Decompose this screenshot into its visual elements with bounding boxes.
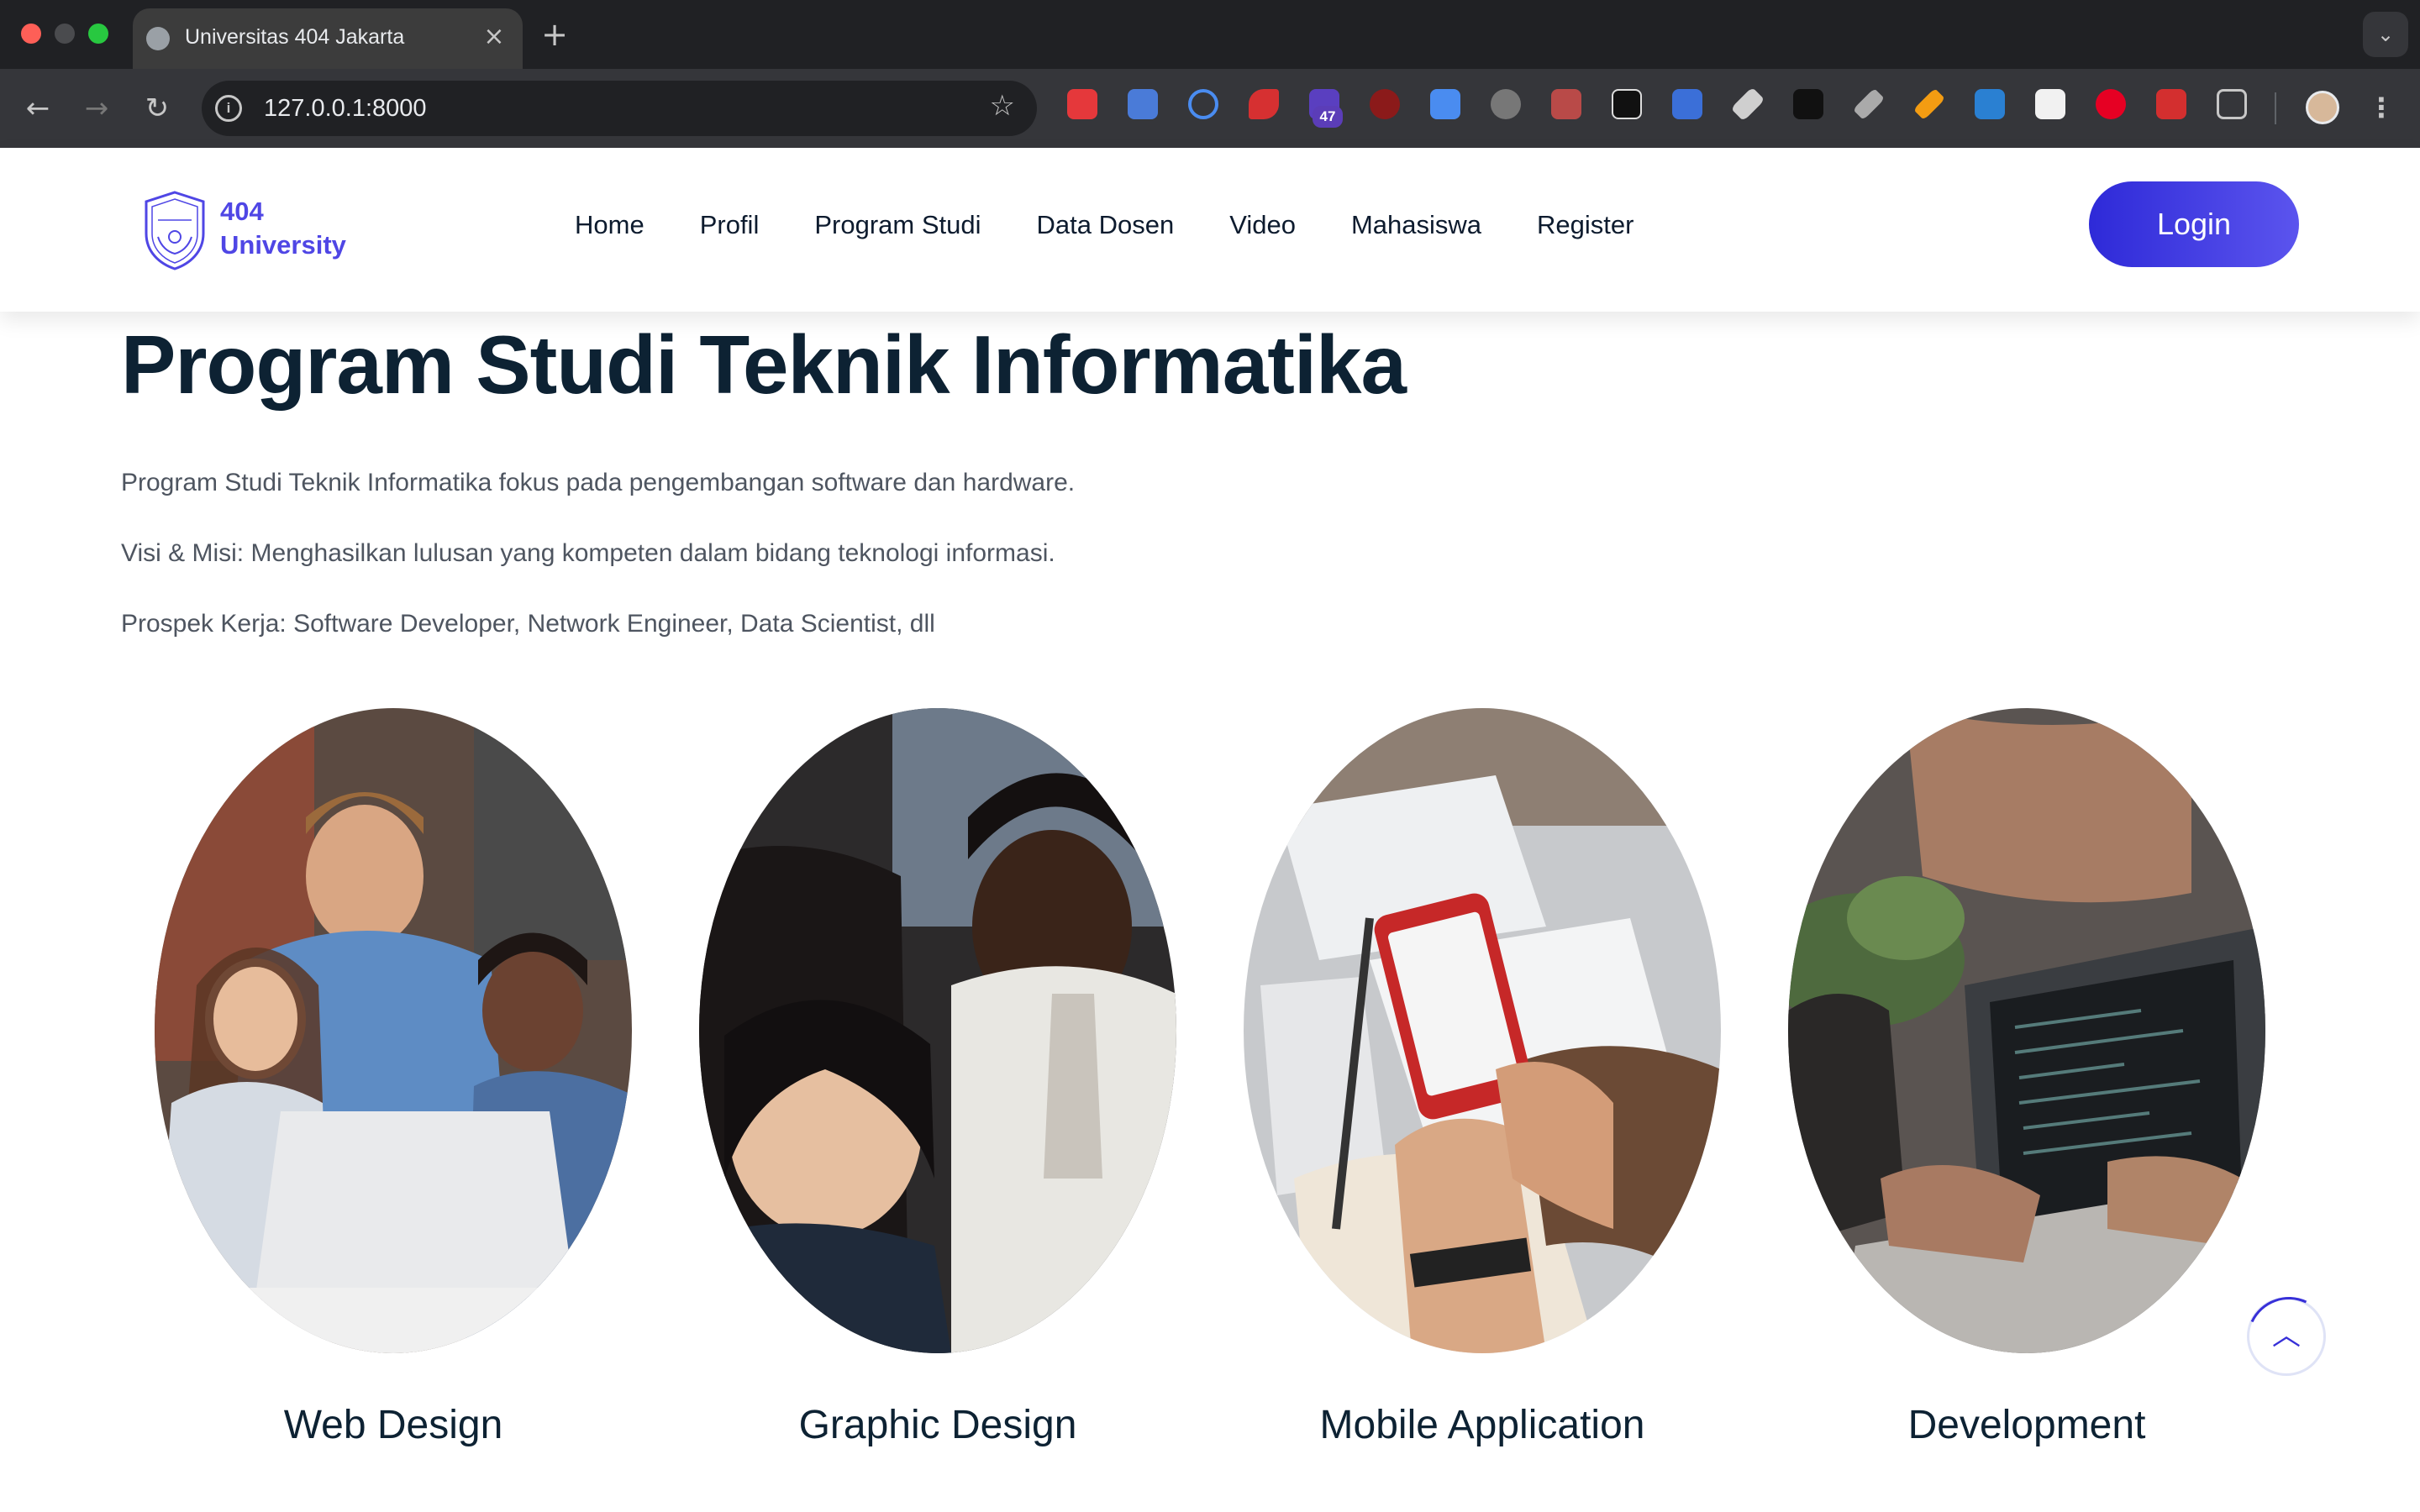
forward-arrow-icon[interactable]: → [77,89,116,128]
back-arrow-icon[interactable]: ← [18,89,57,128]
nav-profil[interactable]: Profil [700,210,760,240]
nav-register[interactable]: Register [1537,210,1634,240]
extension-icon[interactable] [1491,89,1521,119]
card-title: Development [1907,1403,2146,1447]
graphic-design-image [699,708,1176,1353]
development-image [1788,708,2265,1353]
chevron-down-icon[interactable]: ⌄ [2363,12,2408,57]
extension-icon[interactable] [1672,89,1702,119]
extension-icon[interactable] [1793,89,1823,119]
card-title: Web Design [283,1403,503,1447]
main-nav: Home Profil Program Studi Data Dosen Vid… [575,210,1634,240]
extension-icon[interactable] [1852,87,1886,121]
extension-icon[interactable] [1128,89,1158,119]
window-zoom-button[interactable] [88,24,108,44]
browser-tab[interactable]: Universitas 404 Jakarta × [133,8,523,69]
extension-icon[interactable] [1067,89,1097,119]
logo-line-2: University [220,230,346,260]
plus-icon[interactable]: + [538,15,571,54]
toolbar-divider [2275,92,2276,124]
info-icon[interactable]: i [215,95,242,122]
extension-icon[interactable] [1370,89,1400,119]
extension-icon[interactable] [1188,89,1218,119]
nav-video[interactable]: Video [1229,210,1296,240]
extension-icon[interactable] [2096,89,2126,119]
tab-title: Universitas 404 Jakarta [185,25,405,49]
nav-mahasiswa[interactable]: Mahasiswa [1351,210,1481,240]
extension-icon[interactable] [1430,89,1460,119]
extension-icon[interactable] [1975,89,2005,119]
star-icon[interactable]: ☆ [990,89,1015,123]
puzzle-icon[interactable] [2217,89,2247,119]
program-card-graphic-design[interactable]: Graphic Design [699,708,1176,1448]
program-card-development[interactable]: Development [1788,708,2265,1448]
kebab-menu-icon[interactable]: ⋮ [2368,87,2395,128]
extension-icon[interactable] [2156,89,2186,119]
page-title: Program Studi Teknik Informatika [121,318,1407,411]
logo-line-1: 404 [220,197,264,226]
nav-home[interactable]: Home [575,210,644,240]
university-emblem-icon[interactable] [143,190,207,270]
address-bar[interactable]: i 127.0.0.1:8000 ☆ [202,81,1037,136]
nav-data-dosen[interactable]: Data Dosen [1036,210,1174,240]
mobile-application-image [1244,708,1721,1353]
site-header: 404 University Home Profil Program Studi… [0,148,2420,312]
chevron-up-icon[interactable]: ︿ [2247,1297,2326,1376]
extension-badge: 47 [1313,106,1343,128]
login-button[interactable]: Login [2089,181,2299,267]
career-prospects-paragraph: Prospek Kerja: Software Developer, Netwo… [121,610,935,638]
browser-tab-strip: Universitas 404 Jakarta × + ⌄ [0,0,2420,69]
profile-avatar[interactable] [2306,91,2339,124]
program-card-mobile-application[interactable]: Mobile Application [1244,708,1721,1448]
card-title: Mobile Application [1319,1403,1645,1447]
close-icon[interactable]: × [477,20,511,54]
description-paragraph: Program Studi Teknik Informatika fokus p… [121,469,1076,496]
extension-icon[interactable] [1249,89,1279,119]
extension-icon[interactable] [2035,89,2065,119]
vision-mission-paragraph: Visi & Misi: Menghasilkan lulusan yang k… [121,539,1055,567]
nav-program-studi[interactable]: Program Studi [814,210,981,240]
extension-icon[interactable] [1612,89,1642,119]
extension-icon[interactable] [1912,87,1946,121]
reload-icon[interactable]: ↻ [138,89,176,128]
extension-icon[interactable] [1551,89,1581,119]
web-design-image [155,708,632,1353]
window-close-button[interactable] [21,24,41,44]
globe-icon [146,27,170,50]
card-title: Graphic Design [798,1403,1077,1447]
program-card-web-design[interactable]: Web Design [155,708,632,1448]
browser-toolbar: ← → ↻ i 127.0.0.1:8000 ☆ 47 [0,69,2420,148]
logo-text[interactable]: 404 University [220,195,346,262]
extension-icon[interactable] [1730,87,1765,122]
url-text[interactable]: 127.0.0.1:8000 [264,95,427,123]
window-minimize-button[interactable] [55,24,75,44]
